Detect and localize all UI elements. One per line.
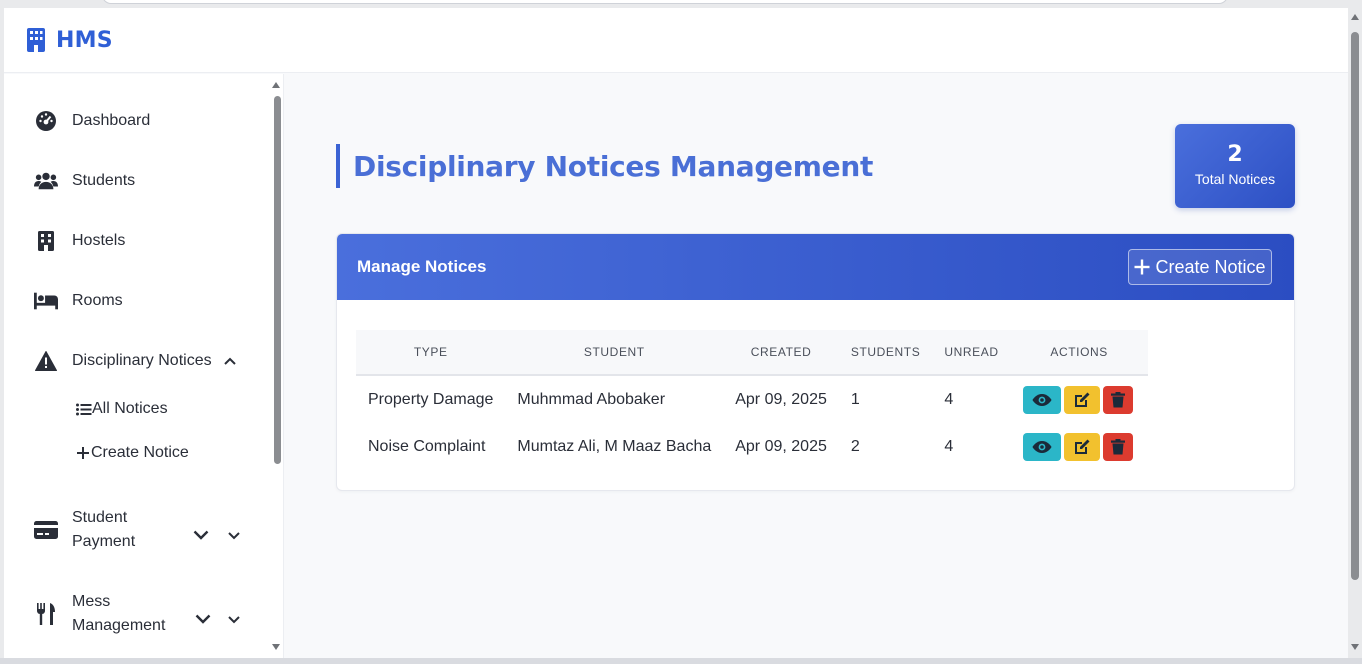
sidebar-item-label: Mess xyxy=(72,593,111,610)
cell-type: Property Damage xyxy=(368,390,494,408)
table-body: Property Damage Muhmmad Abobaker Apr 09,… xyxy=(356,375,1148,471)
table-header-row: TYPE STUDENT CREATED STUDENTS UNREAD ACT… xyxy=(356,330,1148,376)
page-scrollbar-thumb[interactable] xyxy=(1351,32,1359,580)
warning-icon xyxy=(34,350,58,372)
eye-icon xyxy=(1032,441,1052,453)
cell-created: Apr 09, 2025 xyxy=(735,438,827,455)
column-header-student[interactable]: STUDENT xyxy=(505,330,724,376)
users-icon xyxy=(34,170,58,192)
building-icon xyxy=(34,230,58,252)
cell-students: 2 xyxy=(850,438,860,455)
sidebar-item-label: Management xyxy=(72,617,166,634)
card-title: Manage Notices xyxy=(357,257,487,276)
cell-type: Noise Complaint xyxy=(368,438,486,455)
edit-icon xyxy=(1074,392,1090,407)
bed-icon xyxy=(34,290,58,312)
chevron-down-icon[interactable] xyxy=(193,530,209,540)
credit-card-icon xyxy=(34,519,58,541)
column-header-unread[interactable]: UNREAD xyxy=(932,330,1011,376)
sidebar-item-disciplinary-notices[interactable]: Disciplinary Notices xyxy=(34,350,236,372)
sidebar-scroll-up-arrow[interactable] xyxy=(272,82,280,88)
table-head: TYPE STUDENT CREATED STUDENTS UNREAD ACT… xyxy=(356,330,1148,376)
chevron-down-icon[interactable] xyxy=(228,532,240,540)
taskbar-strip xyxy=(0,658,1362,664)
sidebar: Dashboard Students Hostels Rooms Discipl xyxy=(4,74,284,658)
table-row: Property Damage Muhmmad Abobaker Apr 09,… xyxy=(356,375,1148,423)
list-icon xyxy=(76,403,92,415)
sidebar-subitem-all-notices[interactable]: All Notices xyxy=(76,400,168,418)
plus-icon xyxy=(1134,259,1150,275)
edit-button[interactable] xyxy=(1063,433,1100,461)
sidebar-item-dashboard[interactable]: Dashboard xyxy=(34,110,150,132)
cell-student: Mumtaz Ali, M Maaz Bacha xyxy=(517,438,712,455)
total-notices-card: 2 Total Notices xyxy=(1175,124,1295,208)
sidebar-item-label-wrap: Mess Management xyxy=(72,590,165,638)
page-title: Disciplinary Notices Management xyxy=(353,149,874,183)
sidebar-item-label: Dashboard xyxy=(72,112,151,129)
utensils-icon xyxy=(34,603,58,625)
cell-students: 1 xyxy=(850,390,860,408)
sidebar-subitem-label: Create Notice xyxy=(91,444,189,461)
sidebar-item-label: Hostels xyxy=(72,232,126,249)
building-icon xyxy=(27,28,45,52)
total-notices-label: Total Notices xyxy=(1194,171,1276,187)
edit-button[interactable] xyxy=(1063,385,1100,414)
sidebar-item-label: Student xyxy=(72,509,128,526)
manage-notices-card: Manage Notices Create Notice TYPE STUDEN… xyxy=(336,233,1295,491)
sidebar-subitem-create-notice[interactable]: Create Notice xyxy=(76,444,189,462)
cell-created: Apr 09, 2025 xyxy=(735,390,827,408)
sidebar-item-student-payment[interactable]: Student Payment xyxy=(34,506,135,554)
cell-unread: 4 xyxy=(944,438,954,455)
delete-button[interactable] xyxy=(1102,433,1133,461)
notices-table: TYPE STUDENT CREATED STUDENTS UNREAD ACT… xyxy=(356,330,1148,471)
edit-icon xyxy=(1074,439,1090,454)
column-header-actions: ACTIONS xyxy=(1010,330,1148,376)
trash-icon xyxy=(1110,391,1125,407)
page-scroll-down-arrow[interactable] xyxy=(1351,644,1359,650)
app-header: HMS xyxy=(4,8,1348,73)
gauge-icon xyxy=(34,110,58,132)
page-title-block: Disciplinary Notices Management xyxy=(336,144,873,188)
chevron-up-icon[interactable] xyxy=(223,357,236,365)
sidebar-item-hostels[interactable]: Hostels xyxy=(34,230,125,252)
cell-actions xyxy=(1011,423,1148,471)
page-scroll-up-arrow[interactable] xyxy=(1351,14,1359,20)
sidebar-item-students[interactable]: Students xyxy=(34,170,135,192)
plus-icon xyxy=(77,447,89,459)
sidebar-subitem-label: All Notices xyxy=(92,400,168,417)
sidebar-item-label: Rooms xyxy=(72,292,123,309)
address-bar[interactable] xyxy=(102,0,1228,4)
main-content: Disciplinary Notices Management 2 Total … xyxy=(285,74,1348,658)
trash-icon xyxy=(1110,439,1125,455)
total-notices-count: 2 xyxy=(1227,142,1243,167)
sidebar-item-rooms[interactable]: Rooms xyxy=(34,290,123,312)
cell-actions xyxy=(1011,375,1148,423)
table-row: Noise Complaint Mumtaz Ali, M Maaz Bacha… xyxy=(356,423,1148,471)
sidebar-item-label: Payment xyxy=(72,533,136,550)
browser-top-strip xyxy=(0,0,1362,8)
brand-name[interactable]: HMS xyxy=(56,28,113,53)
delete-button[interactable] xyxy=(1102,385,1133,414)
cell-unread: 4 xyxy=(944,390,954,408)
create-notice-button[interactable]: Create Notice xyxy=(1128,249,1272,285)
chevron-down-icon[interactable] xyxy=(228,616,240,624)
cell-student: Muhmmad Abobaker xyxy=(517,390,666,408)
sidebar-item-label: Students xyxy=(72,172,136,189)
column-header-created[interactable]: CREATED xyxy=(723,330,839,376)
card-header: Manage Notices Create Notice xyxy=(337,234,1294,300)
column-header-type[interactable]: TYPE xyxy=(356,330,506,376)
chevron-down-icon[interactable] xyxy=(195,614,211,624)
app-window: HMS Dashboard Students Hostels Rooms Dis… xyxy=(4,8,1348,658)
sidebar-item-label: Disciplinary Notices xyxy=(72,352,212,369)
sidebar-item-mess-management[interactable]: Mess Management xyxy=(34,590,165,638)
eye-icon xyxy=(1032,393,1052,406)
sidebar-scrollbar-thumb[interactable] xyxy=(274,96,281,464)
sidebar-item-label-wrap: Student Payment xyxy=(72,506,135,554)
create-notice-label: Create Notice xyxy=(1155,256,1266,277)
view-button[interactable] xyxy=(1022,385,1061,414)
column-header-students[interactable]: STUDENTS xyxy=(838,330,933,376)
view-button[interactable] xyxy=(1022,433,1061,461)
sidebar-scroll-down-arrow[interactable] xyxy=(272,644,280,650)
